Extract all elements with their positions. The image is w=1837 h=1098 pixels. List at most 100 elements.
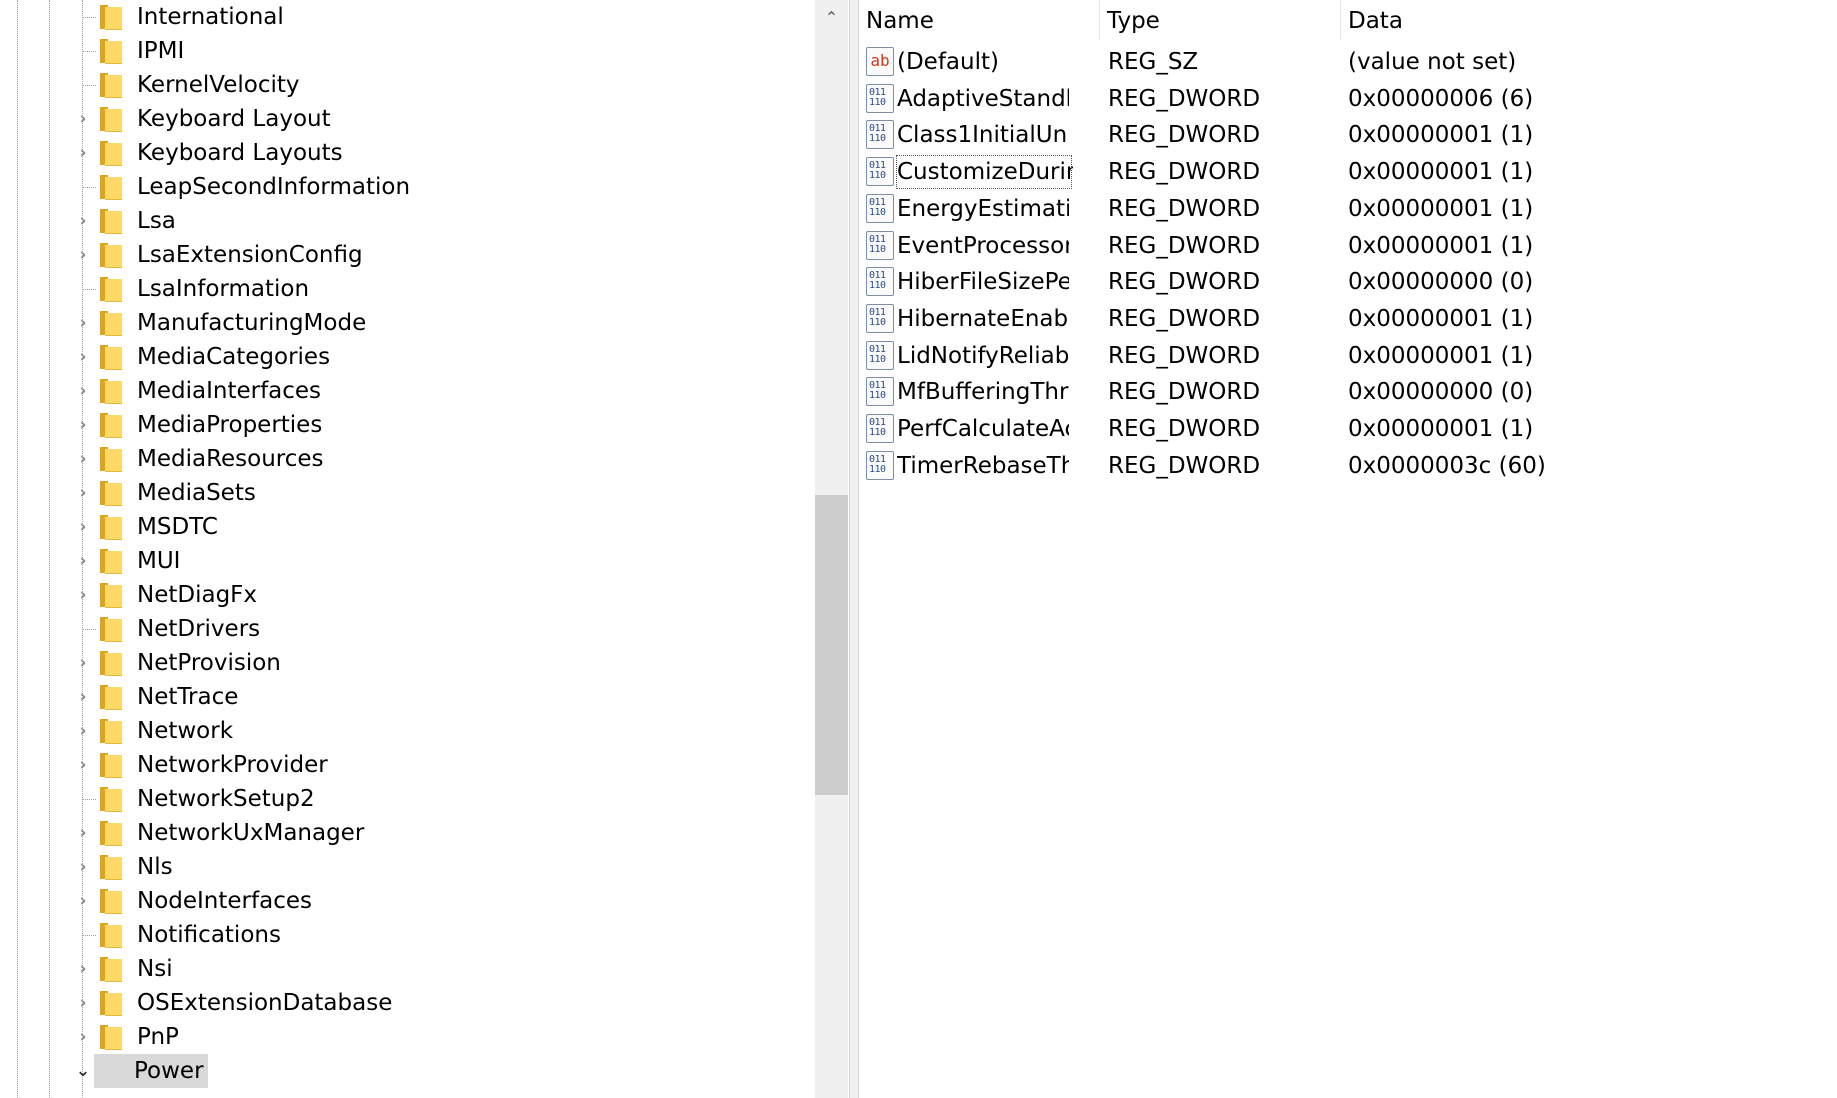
value-row[interactable]: 011 110TimerRebaseThre... REG_DWORD 0x0000… <box>859 448 1837 484</box>
tree-scrollbar[interactable]: ⌃ <box>815 0 848 1098</box>
value-name: (Default) <box>897 49 999 75</box>
tree-item[interactable]: NetDrivers <box>0 612 820 646</box>
value-name: CustomizeDuring... <box>895 154 1073 190</box>
chevron-right-icon[interactable]: › <box>72 646 94 680</box>
tree-item[interactable]: › Keyboard Layouts <box>0 136 820 170</box>
value-row[interactable]: 011 110CustomizeDuring... REG_DWORD 0x0000… <box>859 154 1837 190</box>
tree-item[interactable]: › OSExtensionDatabase <box>0 986 820 1020</box>
tree-item[interactable]: › NetTrace <box>0 680 820 714</box>
tree-item[interactable]: IPMI <box>0 34 820 68</box>
chevron-right-icon[interactable]: › <box>72 204 94 238</box>
folder-icon <box>100 5 123 30</box>
tree-item[interactable]: › MediaProperties <box>0 408 820 442</box>
value-row[interactable]: 011 110HibernateEnabled REG_DWORD 0x000000… <box>859 301 1837 337</box>
chevron-right-icon[interactable]: › <box>72 136 94 170</box>
chevron-right-icon[interactable]: › <box>72 408 94 442</box>
tree-connector <box>82 51 96 52</box>
tree-item[interactable]: › MediaCategories <box>0 340 820 374</box>
scrollbar-thumb[interactable] <box>815 495 848 795</box>
tree-item[interactable]: LeapSecondInformation <box>0 170 820 204</box>
chevron-right-icon[interactable]: › <box>72 986 94 1020</box>
value-row[interactable]: 011 110Class1InitialUnpa... REG_DWORD 0x00… <box>859 117 1837 153</box>
value-row[interactable]: 011 110HiberFileSizePerc... REG_DWORD 0x00… <box>859 264 1837 300</box>
chevron-right-icon[interactable]: › <box>72 850 94 884</box>
tree-item-label: OSExtensionDatabase <box>137 990 393 1016</box>
chevron-right-icon[interactable]: › <box>72 748 94 782</box>
chevron-right-icon[interactable]: › <box>72 680 94 714</box>
tree-item[interactable]: LsaInformation <box>0 272 820 306</box>
value-row[interactable]: ab (Default) REG_SZ (value not set) <box>859 44 1837 80</box>
binary-value-icon: 011 110 <box>866 267 894 297</box>
tree-item[interactable]: KernelVelocity <box>0 68 820 102</box>
chevron-right-icon[interactable]: › <box>72 510 94 544</box>
folder-icon <box>100 107 123 132</box>
chevron-right-icon[interactable]: › <box>72 884 94 918</box>
tree-item[interactable]: › Keyboard Layout <box>0 102 820 136</box>
scroll-up-arrow-icon[interactable]: ⌃ <box>815 0 848 34</box>
value-row[interactable]: 011 110LidNotifyReliable REG_DWORD 0x00000… <box>859 338 1837 374</box>
tree-item-label: NetDiagFx <box>137 582 258 608</box>
tree-item-label: NetDrivers <box>137 616 261 642</box>
value-name: EnergyEstimation... <box>897 195 1069 222</box>
tree-item[interactable]: International <box>0 0 820 34</box>
tree-item[interactable]: › ManufacturingMode <box>0 306 820 340</box>
column-header-type[interactable]: Type <box>1100 0 1341 40</box>
folder-icon <box>100 515 123 540</box>
list-header: Name Type Data <box>859 0 1837 40</box>
value-name: HiberFileSizePerc... <box>897 269 1069 296</box>
tree-item[interactable]: › Nsi <box>0 952 820 986</box>
chevron-right-icon[interactable]: › <box>72 476 94 510</box>
chevron-down-icon[interactable]: ⌄ <box>72 1054 94 1088</box>
chevron-right-icon[interactable]: › <box>72 544 94 578</box>
chevron-right-icon[interactable]: › <box>72 816 94 850</box>
value-name: EventProcessorE... <box>897 232 1069 259</box>
chevron-right-icon[interactable]: › <box>72 374 94 408</box>
tree-item[interactable]: › MSDTC <box>0 510 820 544</box>
tree-item[interactable]: ⌄ Power <box>0 1054 820 1088</box>
chevron-right-icon[interactable]: › <box>72 952 94 986</box>
column-header-name[interactable]: Name <box>859 0 1100 40</box>
value-row[interactable]: 011 110MfBufferingThre... REG_DWORD 0x0000… <box>859 374 1837 410</box>
tree-item[interactable]: Notifications <box>0 918 820 952</box>
tree-item[interactable]: › Nls <box>0 850 820 884</box>
pane-splitter[interactable] <box>849 0 859 1098</box>
tree-item[interactable]: › MediaSets <box>0 476 820 510</box>
tree-item-label: NetTrace <box>137 684 239 710</box>
tree-connector <box>82 289 96 290</box>
tree-item[interactable]: › LsaExtensionConfig <box>0 238 820 272</box>
binary-value-icon: 011 110 <box>866 157 894 187</box>
registry-key-tree[interactable]: International IPMI KernelVelocity › Keyboard… <box>0 0 848 1098</box>
tree-item[interactable]: › NodeInterfaces <box>0 884 820 918</box>
registry-values-list[interactable]: Name Type Data ab (Default) REG_SZ (value n… <box>859 0 1837 1098</box>
value-data: 0x00000001 (1) <box>1348 342 1534 369</box>
value-type: REG_DWORD <box>1108 452 1261 479</box>
tree-item[interactable]: › Network <box>0 714 820 748</box>
tree-item[interactable]: › PnP <box>0 1020 820 1054</box>
chevron-right-icon[interactable]: › <box>72 102 94 136</box>
value-row[interactable]: 011 110AdaptiveStandby... REG_DWORD 0x0000… <box>859 81 1837 117</box>
value-row[interactable]: 011 110EventProcessorE... REG_DWORD 0x0000… <box>859 228 1837 264</box>
chevron-right-icon[interactable]: › <box>72 1020 94 1054</box>
chevron-right-icon[interactable]: › <box>72 714 94 748</box>
tree-item[interactable]: › NetworkProvider <box>0 748 820 782</box>
chevron-right-icon[interactable]: › <box>72 442 94 476</box>
chevron-right-icon[interactable]: › <box>72 578 94 612</box>
value-row[interactable]: 011 110EnergyEstimation... REG_DWORD 0x000… <box>859 191 1837 227</box>
tree-item[interactable]: › NetProvision <box>0 646 820 680</box>
column-header-data[interactable]: Data <box>1341 0 1837 40</box>
tree-item[interactable]: › NetDiagFx <box>0 578 820 612</box>
tree-item[interactable]: › NetworkUxManager <box>0 816 820 850</box>
chevron-right-icon[interactable]: › <box>72 306 94 340</box>
chevron-right-icon[interactable]: › <box>72 340 94 374</box>
tree-item[interactable]: NetworkSetup2 <box>0 782 820 816</box>
tree-item[interactable]: › MediaInterfaces <box>0 374 820 408</box>
tree-item[interactable]: › MediaResources <box>0 442 820 476</box>
value-row[interactable]: 011 110PerfCalculateAct... REG_DWORD 0x000… <box>859 411 1837 447</box>
value-data: (value not set) <box>1348 49 1517 75</box>
tree-connector <box>82 629 96 630</box>
tree-item[interactable]: › Lsa <box>0 204 820 238</box>
chevron-right-icon[interactable]: › <box>72 238 94 272</box>
value-data: 0x00000001 (1) <box>1348 159 1534 186</box>
folder-icon <box>100 685 123 710</box>
tree-item[interactable]: › MUI <box>0 544 820 578</box>
